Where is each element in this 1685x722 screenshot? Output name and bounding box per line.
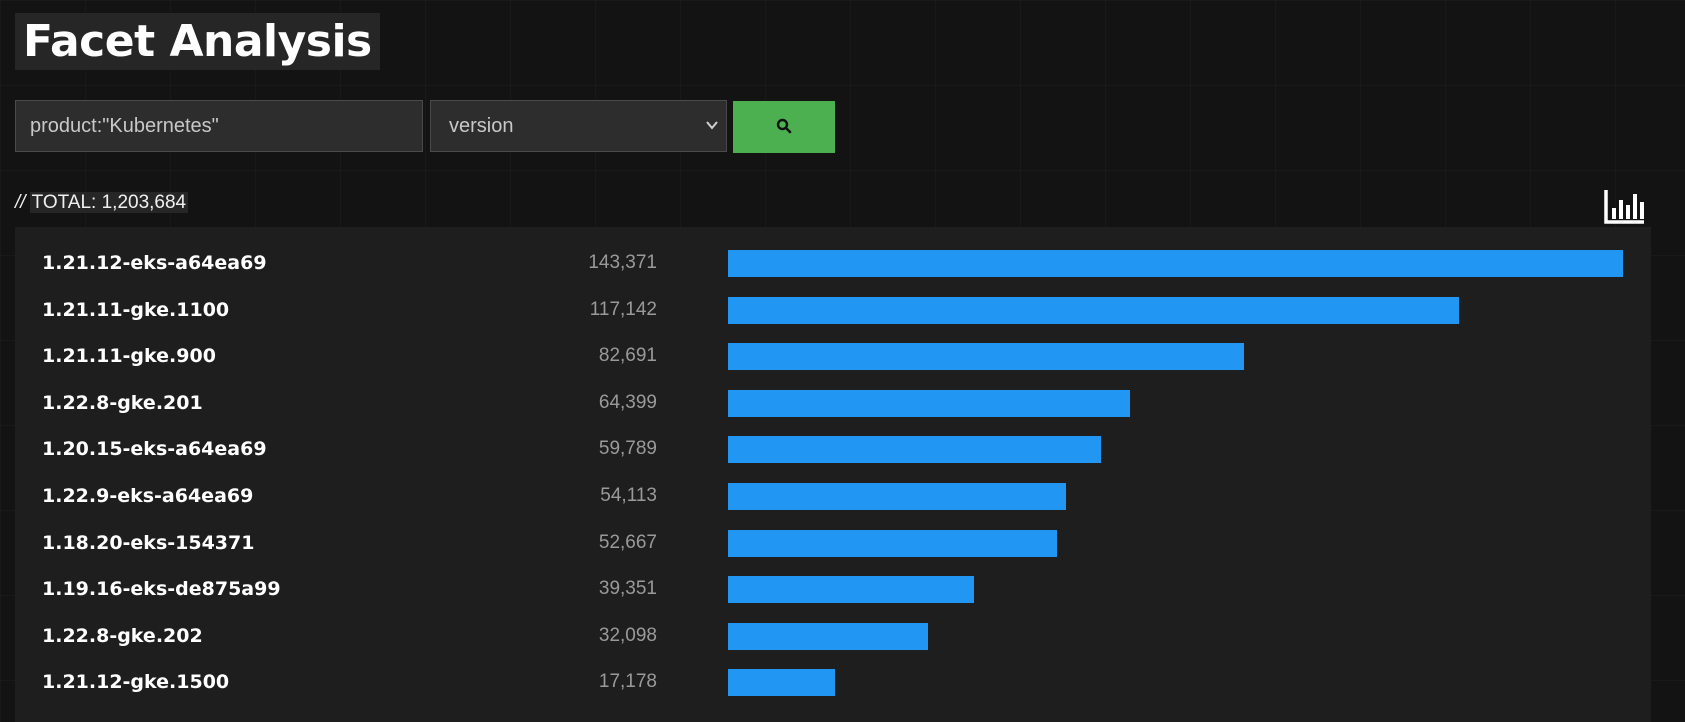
facet-row[interactable]: 1.22.8-gke.201 64,399 xyxy=(15,380,1651,426)
facet-row[interactable]: 1.21.11-gke.1100 117,142 xyxy=(15,287,1651,333)
facet-bar xyxy=(728,343,1244,371)
facet-bar xyxy=(728,296,1459,324)
facet-bar xyxy=(728,669,835,697)
facet-label[interactable]: 1.22.8-gke.202 xyxy=(42,613,203,659)
facet-count: 117,142 xyxy=(589,298,657,320)
facet-bar xyxy=(728,576,974,604)
facet-bar xyxy=(728,529,1057,557)
facet-label[interactable]: 1.22.8-gke.201 xyxy=(42,380,203,426)
total-count: //TOTAL: 1,203,684 xyxy=(15,190,189,216)
facet-count: 54,113 xyxy=(600,485,657,506)
facet-results-panel: 1.21.12-eks-a64ea69 143,371 1.21.11-gke.11… xyxy=(15,227,1651,722)
facet-row[interactable]: 1.21.11-gke.900 82,691 xyxy=(15,333,1651,379)
facet-count: 143,371 xyxy=(588,252,657,273)
facet-label[interactable]: 1.21.12-eks-a64ea69 xyxy=(42,240,267,286)
facet-bar xyxy=(728,436,1101,464)
facet-label[interactable]: 1.20.15-eks-a64ea69 xyxy=(42,426,267,472)
facet-row[interactable]: 1.22.8-gke.202 32,098 xyxy=(15,613,1651,659)
facet-count: 64,399 xyxy=(598,391,657,413)
facet-bar xyxy=(728,483,1066,510)
page-title: Facet Analysis xyxy=(15,13,380,70)
facet-bar xyxy=(728,622,928,650)
facet-count: 32,098 xyxy=(598,624,657,646)
search-button[interactable] xyxy=(733,101,835,153)
facet-row[interactable]: 1.18.20-eks-154371 52,667 xyxy=(15,520,1651,566)
search-icon xyxy=(776,118,792,137)
facet-bar xyxy=(728,389,1130,417)
facet-label[interactable]: 1.21.12-gke.1500 xyxy=(42,659,229,705)
facet-label[interactable]: 1.22.9-eks-a64ea69 xyxy=(42,473,253,519)
facet-count: 39,351 xyxy=(598,578,657,600)
facet-label[interactable]: 1.19.16-eks-de875a99 xyxy=(42,566,281,612)
facet-count: 17,178 xyxy=(598,671,657,693)
facet-count: 59,789 xyxy=(598,438,657,460)
facet-select-value: version xyxy=(449,115,514,137)
facet-row[interactable]: 1.21.12-eks-a64ea69 143,371 xyxy=(15,240,1651,286)
facet-row[interactable]: 1.19.16-eks-de875a99 39,351 xyxy=(15,566,1651,612)
facet-select[interactable]: version xyxy=(430,100,727,152)
chevron-down-icon xyxy=(706,101,718,171)
facet-row[interactable]: 1.20.15-eks-a64ea69 59,789 xyxy=(15,426,1651,472)
facet-label[interactable]: 1.18.20-eks-154371 xyxy=(42,520,254,566)
facet-bar xyxy=(728,250,1623,277)
bar-chart-icon[interactable] xyxy=(1603,188,1647,226)
facet-count: 82,691 xyxy=(598,345,657,367)
facet-count: 52,667 xyxy=(598,531,657,553)
search-query-input[interactable] xyxy=(15,100,423,152)
facet-label[interactable]: 1.21.11-gke.1100 xyxy=(42,287,229,333)
facet-row[interactable]: 1.21.12-gke.1500 17,178 xyxy=(15,659,1651,705)
facet-label[interactable]: 1.21.11-gke.900 xyxy=(42,333,216,379)
total-label: TOTAL: 1,203,684 xyxy=(29,192,189,213)
total-prefix: // xyxy=(15,192,26,213)
facet-row[interactable]: 1.22.9-eks-a64ea69 54,113 xyxy=(15,473,1651,519)
